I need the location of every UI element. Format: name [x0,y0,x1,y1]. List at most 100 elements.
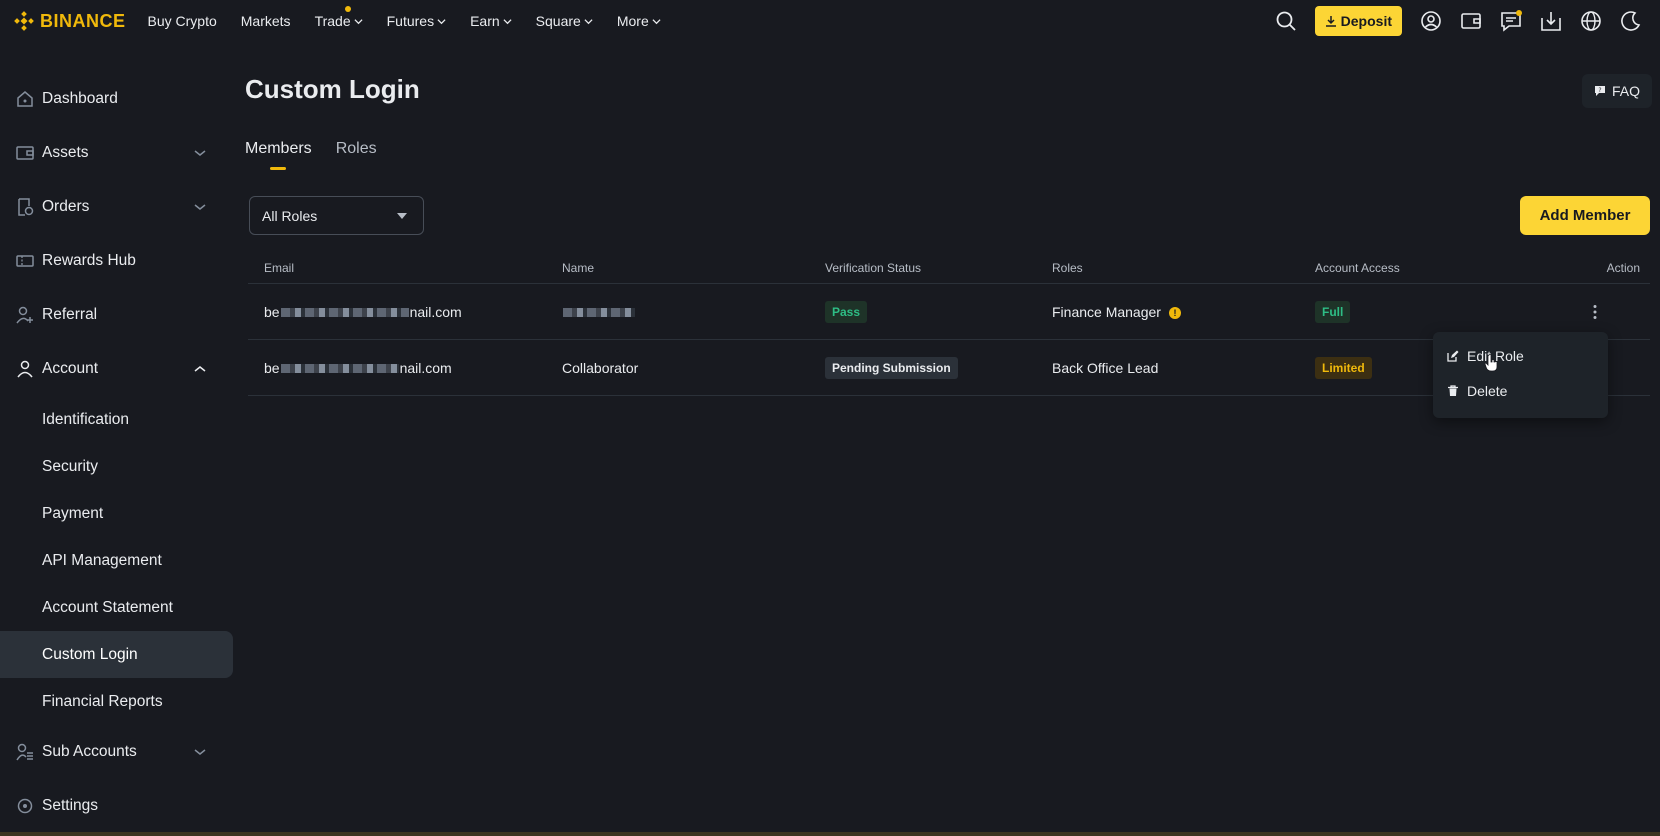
download-icon[interactable] [1540,10,1562,32]
sidebar-item-label: Settings [42,797,99,814]
nav-trade[interactable]: Trade [314,6,363,29]
nav-label: Futures [386,13,435,29]
sidebar-item-dashboard[interactable]: Dashboard [0,72,234,126]
sidebar-item-settings[interactable]: Settings [0,779,234,833]
add-user-icon [16,306,33,324]
nav-label: Trade [314,13,351,29]
more-actions-icon[interactable] [1592,304,1598,320]
sidebar-item-label: Financial Reports [42,692,163,710]
nav-markets[interactable]: Markets [241,13,291,29]
nav-buy-crypto[interactable]: Buy Crypto [148,13,217,29]
top-right-actions: Deposit [1275,0,1642,42]
search-icon[interactable] [1275,10,1297,32]
column-header-verification: Verification Status [825,260,922,275]
chevron-down-icon [652,18,661,24]
email-suffix: nail.com [399,359,452,376]
nav-futures[interactable]: Futures [387,13,446,29]
column-header-email: Email [264,260,295,275]
sidebar-item-security[interactable]: Security [0,443,234,490]
redacted-name [563,308,635,318]
sidebar-item-rewards-hub[interactable]: Rewards Hub [0,234,234,288]
email-prefix: be [264,303,280,320]
faq-button[interactable]: ? FAQ [1581,74,1652,108]
nav-label: Earn [470,13,500,29]
warning-icon[interactable]: ! [1168,306,1181,319]
svg-text:?: ? [1598,87,1601,94]
nav-more[interactable]: More [617,13,661,29]
chevron-down-icon [503,18,512,24]
access-badge: Full [1315,300,1351,323]
download-arrow-icon [1325,16,1336,27]
sidebar-item-label: Payment [42,504,104,522]
sidebar-item-sub-accounts[interactable]: Sub Accounts [0,725,234,779]
sidebar-item-label: Dashboard [42,90,118,107]
binance-logo[interactable]: BINANCE [14,11,126,32]
member-role: Finance Manager! [1052,304,1181,320]
chevron-down-icon [354,18,363,24]
status-badge: Pending Submission [825,356,958,379]
chevron-down-icon [194,749,206,755]
nav-square[interactable]: Square [536,13,593,29]
sidebar-item-label: Account Statement [42,598,173,616]
account-access: Limited [1315,356,1372,379]
sidebar-item-account-statement[interactable]: Account Statement [0,584,234,631]
chevron-down-icon [437,18,446,24]
role-filter-select[interactable]: All Roles [249,196,424,235]
wallet-icon[interactable] [1460,10,1482,32]
chevron-down-icon [194,150,206,156]
hand-cursor-icon [1484,354,1498,372]
delete-menu-item[interactable]: Delete [1433,373,1608,408]
sidebar-item-label: Referral [42,306,98,323]
column-header-roles: Roles [1052,260,1083,275]
column-header-access: Account Access [1315,260,1400,275]
add-member-button[interactable]: Add Member [1520,196,1650,235]
chevron-down-icon [194,204,206,210]
nav-label: Buy Crypto [147,13,217,29]
sidebar-item-label: Assets [42,144,89,161]
notification-dot [1516,10,1522,16]
gear-icon [17,798,33,814]
sidebar-item-label: Identification [42,410,130,428]
member-email: be nail.com [264,360,452,376]
tab-roles[interactable]: Roles [336,140,377,168]
row-action-menu: Edit Role Delete [1433,332,1608,418]
deposit-label: Deposit [1340,13,1392,29]
bottom-border [0,832,1660,836]
sidebar-item-custom-login[interactable]: Custom Login [0,631,233,678]
sidebar-item-label: API Management [42,551,162,569]
nav-earn[interactable]: Earn [470,13,512,29]
dark-mode-icon[interactable] [1620,10,1642,32]
user-icon [17,360,33,378]
sidebar-item-label: Orders [42,198,90,215]
brand-name: BINANCE [40,10,126,31]
sidebar-item-orders[interactable]: Orders [0,180,234,234]
email-prefix: be [264,359,280,376]
verification-status: Pending Submission [825,356,958,379]
orders-icon [18,198,34,216]
notification-dot [344,6,351,12]
sidebar-item-payment[interactable]: Payment [0,490,234,537]
binance-logo-icon [14,11,34,31]
sidebar: Dashboard Assets Orders Rewards Hub Refe… [0,72,234,833]
sidebar-item-label: Sub Accounts [42,743,137,760]
deposit-button[interactable]: Deposit [1314,6,1402,36]
ticket-icon [16,255,34,267]
home-icon [17,91,33,107]
profile-icon[interactable] [1420,10,1442,32]
edit-role-menu-item[interactable]: Edit Role [1433,338,1608,373]
role-label: Finance Manager [1052,303,1161,320]
sidebar-item-assets[interactable]: Assets [0,126,234,180]
messages-icon[interactable] [1500,10,1522,32]
sidebar-item-identification[interactable]: Identification [0,396,234,443]
sidebar-item-financial-reports[interactable]: Financial Reports [0,678,234,725]
globe-icon[interactable] [1580,10,1602,32]
trash-icon [1448,384,1458,396]
faq-icon: ? [1594,86,1605,96]
role-filter-value: All Roles [262,207,318,224]
sidebar-item-api-management[interactable]: API Management [0,537,234,584]
tab-members[interactable]: Members [245,140,312,170]
sidebar-item-referral[interactable]: Referral [0,288,234,342]
sidebar-item-account[interactable]: Account [0,342,234,396]
tab-bar: Members Roles [245,140,377,170]
column-header-name: Name [562,260,595,275]
